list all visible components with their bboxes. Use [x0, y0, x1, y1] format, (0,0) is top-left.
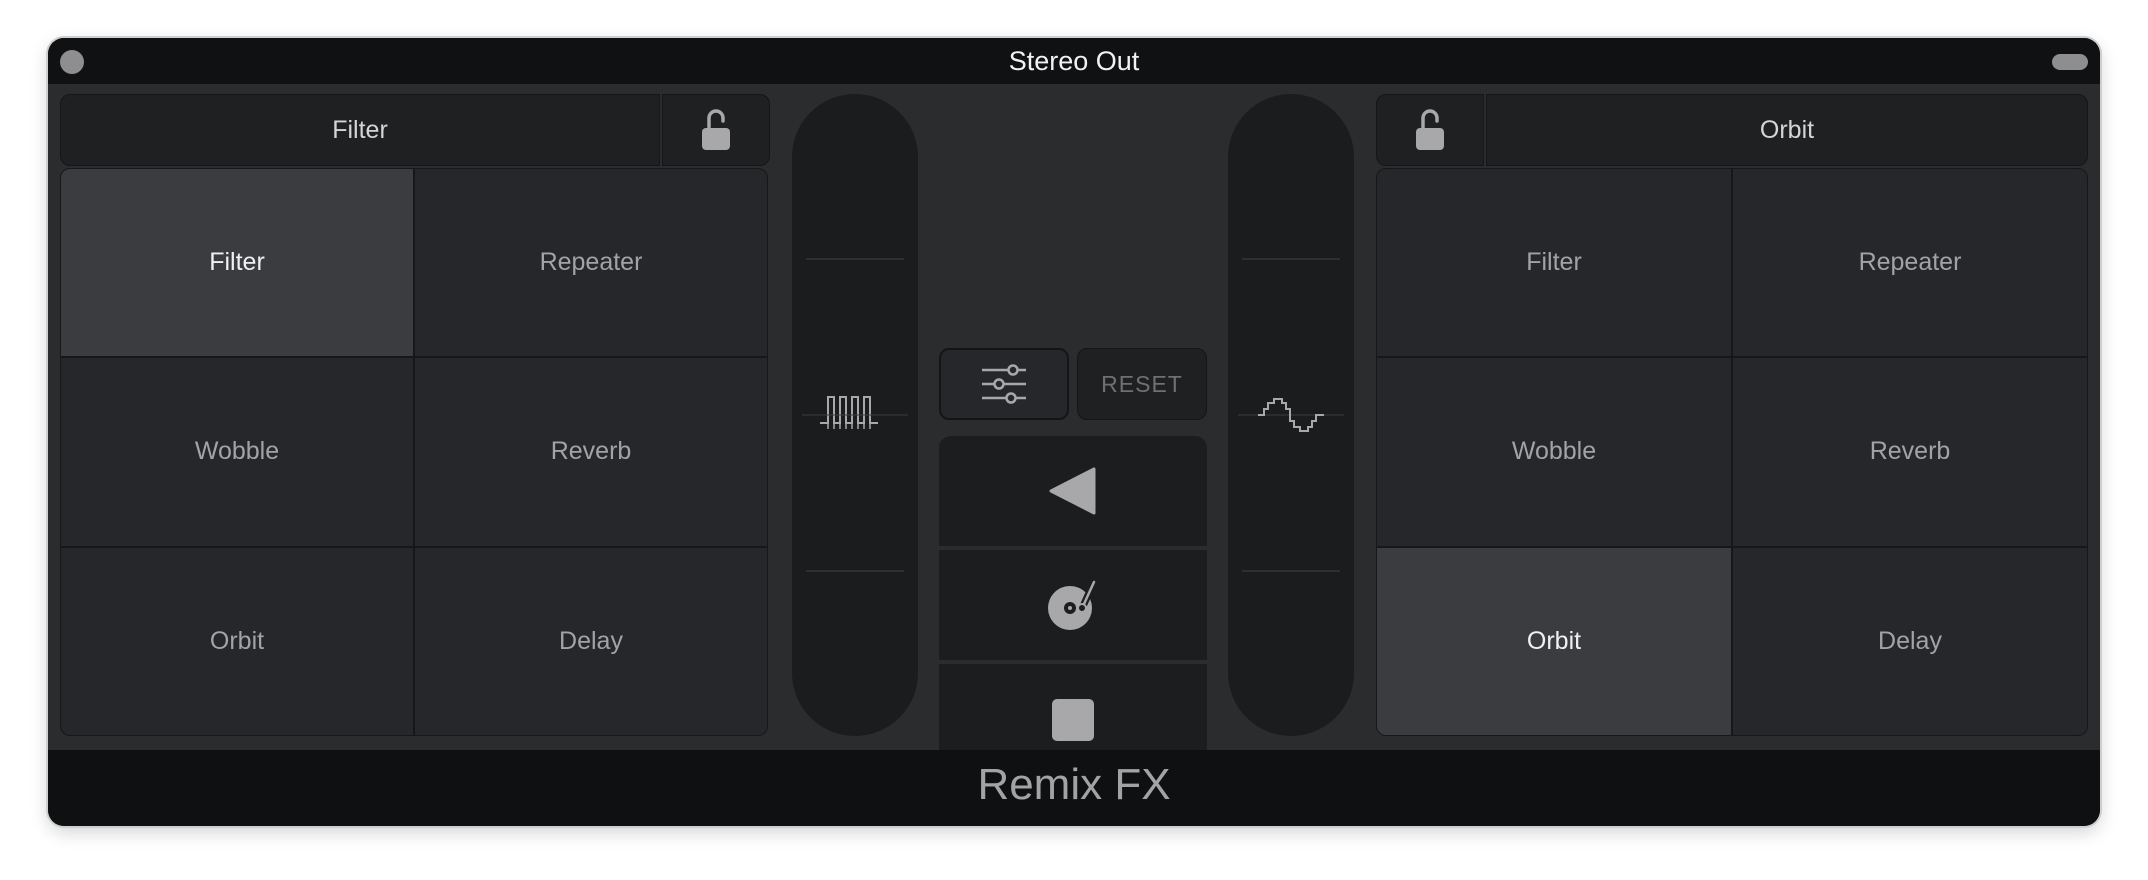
sine-wave-icon: [1238, 398, 1344, 432]
resize-handle[interactable]: [2052, 54, 2088, 70]
turntable-record-icon: [1048, 578, 1098, 630]
left-effect-orbit[interactable]: Orbit: [61, 547, 413, 735]
unlocked-padlock-icon: [702, 109, 730, 150]
transport-controls: [939, 436, 1207, 776]
left-lock-button[interactable]: [662, 94, 770, 166]
right-lock-button[interactable]: [1376, 94, 1484, 166]
remix-fx-window: Stereo Out Filter Filter Repeater Wobble…: [48, 38, 2100, 826]
reverse-button[interactable]: [939, 436, 1207, 546]
left-effect-delay[interactable]: Delay: [415, 547, 767, 735]
left-effect-filter[interactable]: Filter: [61, 169, 413, 357]
reverse-play-icon: [1049, 467, 1096, 515]
right-effect-header[interactable]: Orbit: [1486, 94, 2088, 166]
footer-bar: Remix FX: [48, 750, 2100, 826]
window-title: Stereo Out: [1008, 46, 1140, 76]
right-effect-wobble[interactable]: Wobble: [1377, 358, 1731, 546]
title-bar: Stereo Out: [48, 38, 2100, 84]
reset-button[interactable]: RESET: [1077, 348, 1207, 420]
fx-settings-button[interactable]: [939, 348, 1069, 420]
unlocked-padlock-icon: [1416, 109, 1444, 150]
right-effect-filter[interactable]: Filter: [1377, 169, 1731, 357]
sliders-icon: [982, 364, 1026, 404]
left-effect-header-label: Filter: [332, 115, 388, 144]
right-effect-fader[interactable]: [1228, 94, 1354, 736]
right-effect-grid: Filter Repeater Wobble Reverb Orbit Dela…: [1376, 168, 2088, 736]
fader-marker: [806, 570, 904, 572]
right-effect-delay[interactable]: Delay: [1733, 547, 2087, 735]
left-effect-grid: Filter Repeater Wobble Reverb Orbit Dela…: [60, 168, 768, 736]
left-effect-fader[interactable]: [792, 94, 918, 736]
right-effect-header-label: Orbit: [1759, 115, 1815, 144]
square-wave-icon: [802, 396, 908, 429]
left-effect-header[interactable]: Filter: [60, 94, 660, 166]
stop-icon: [1052, 699, 1094, 741]
main-content: Filter Filter Repeater Wobble Reverb Orb…: [48, 84, 2100, 776]
reset-label: RESET: [1101, 370, 1183, 397]
fader-marker: [806, 258, 904, 260]
left-effect-reverb[interactable]: Reverb: [415, 358, 767, 546]
right-effect-repeater[interactable]: Repeater: [1733, 169, 2087, 357]
fader-marker: [1242, 570, 1340, 572]
scratch-button[interactable]: [939, 550, 1207, 660]
right-effect-reverb[interactable]: Reverb: [1733, 358, 2087, 546]
fader-marker: [1242, 258, 1340, 260]
left-effect-repeater[interactable]: Repeater: [415, 169, 767, 357]
right-effect-orbit[interactable]: Orbit: [1377, 547, 1731, 735]
left-effect-wobble[interactable]: Wobble: [61, 358, 413, 546]
plugin-name: Remix FX: [977, 760, 1171, 809]
